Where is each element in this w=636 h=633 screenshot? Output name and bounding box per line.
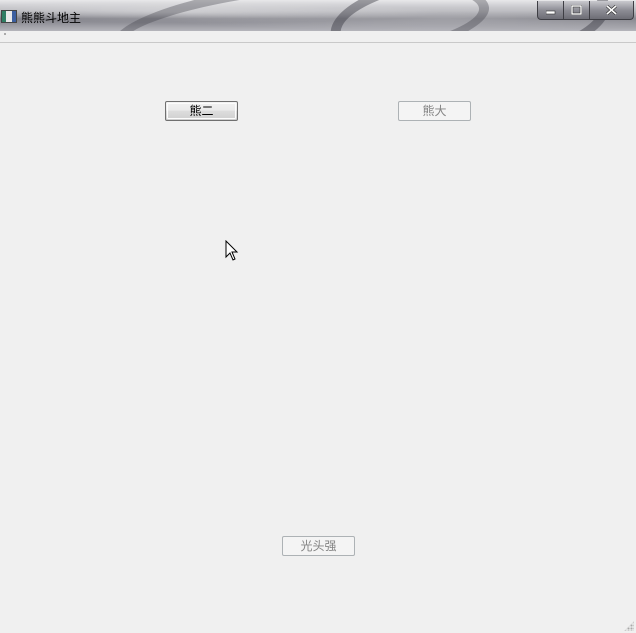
resize-grip-icon[interactable] [624, 621, 634, 631]
menu-strip [0, 31, 636, 43]
mouse-pointer-icon [225, 240, 239, 261]
player-three-label: 光头强 [300, 539, 337, 553]
title-bar[interactable]: 熊熊斗地主 [0, 0, 636, 32]
maximize-icon [571, 5, 582, 15]
player-three-button[interactable]: 光头强 [282, 536, 355, 556]
app-icon[interactable] [1, 10, 17, 23]
minimize-icon [545, 10, 555, 15]
menu-grip-dot [4, 33, 6, 35]
close-icon [606, 5, 617, 15]
maximize-button[interactable] [564, 1, 590, 20]
minimize-button[interactable] [537, 1, 564, 20]
player-two-button[interactable]: 熊二 [165, 101, 238, 121]
player-one-label: 熊大 [422, 104, 447, 118]
player-one-button[interactable]: 熊大 [398, 101, 471, 121]
caption-buttons [537, 1, 634, 21]
close-button[interactable] [590, 1, 634, 20]
window-title: 熊熊斗地主 [21, 11, 82, 25]
main-window: 熊熊斗地主 熊二 熊大 光头强 [0, 0, 636, 633]
player-two-label: 熊二 [189, 104, 214, 118]
